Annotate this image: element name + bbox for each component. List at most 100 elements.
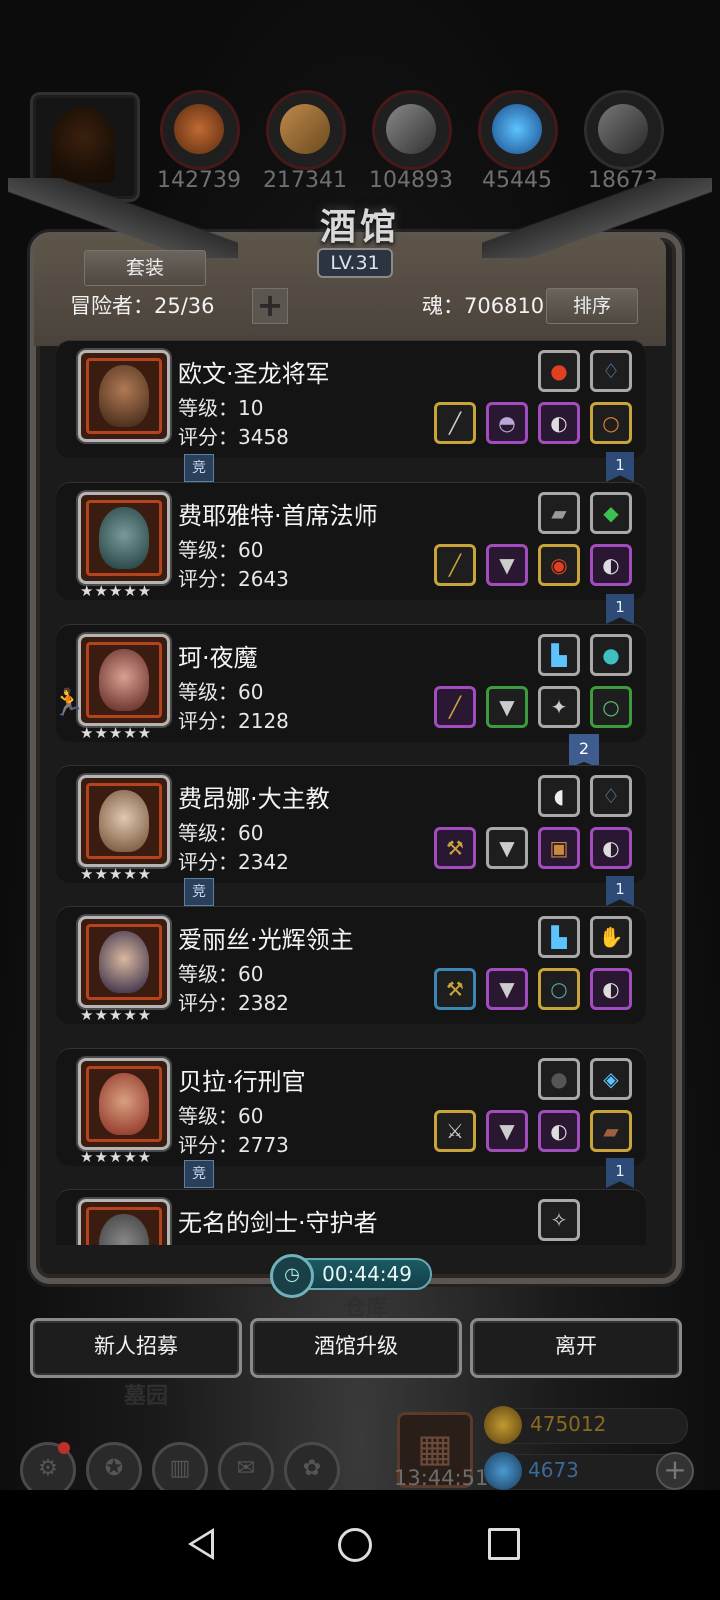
arena-tag: 竞 — [184, 878, 214, 906]
axe-slot-icon[interactable]: ⚔ — [434, 1110, 476, 1152]
hero-card[interactable]: 🏃 ★★★★★ 珂·夜魔 等级：60 评分：2128 ▙ ● ╱ ▼ ✦ ○ — [56, 624, 646, 742]
hero-score: 评分：2382 — [178, 991, 289, 1015]
gauntlet-slot-icon[interactable]: ◐ — [590, 968, 632, 1010]
team-flag: 1 — [606, 452, 634, 482]
hero-card[interactable]: ★★★★★ 贝拉·行刑官 等级：60 评分：2773 ● ◈ ⚔ ▼ ◐ ▰ — [56, 1048, 646, 1166]
gem-slot-icon[interactable]: ● — [538, 1058, 580, 1100]
ring-slot-icon[interactable]: ◉ — [538, 544, 580, 586]
hero-card[interactable]: ★★★★★ 费昂娜·大主教 等级：60 评分：2342 ◖ ♢ ⚒ ▼ ▣ ◐ — [56, 765, 646, 883]
chest-slot-icon[interactable]: ▣ — [538, 827, 580, 869]
leave-button[interactable]: 离开 — [470, 1318, 682, 1378]
dagger-slot-icon[interactable]: ╱ — [434, 686, 476, 728]
hero-card[interactable]: 欧文·圣龙将军 等级：10 评分：3458 ● ♢ ╱ ◓ ◐ ○ — [56, 340, 646, 458]
resource-item[interactable]: 18673 — [584, 90, 664, 193]
armor-slot-icon[interactable]: ▼ — [486, 1110, 528, 1152]
recruit-button[interactable]: 新人招募 — [30, 1318, 242, 1378]
hero-level: 等级：60 — [178, 680, 264, 704]
resource-item[interactable]: 104893 — [369, 90, 453, 193]
staff-slot-icon[interactable]: ╱ — [434, 402, 476, 444]
hero-name: 费耶雅特·首席法师 — [178, 502, 378, 530]
hero-card[interactable]: ★★★★★ 爱丽丝·光辉领主 等级：60 评分：2382 ▙ ✋ ⚒ ▼ ○ ◐ — [56, 906, 646, 1024]
clock-icon: ◷ — [270, 1254, 314, 1298]
ring-slot-icon[interactable]: ○ — [590, 686, 632, 728]
ring-slot-icon[interactable]: ○ — [590, 402, 632, 444]
resource-value: 104893 — [369, 168, 453, 193]
hero-portrait[interactable] — [78, 492, 170, 584]
hood-icon — [51, 107, 115, 183]
team-flag: 2 — [569, 734, 599, 768]
home-icon[interactable] — [338, 1528, 372, 1562]
upgrade-tavern-button[interactable]: 酒馆升级 — [250, 1318, 462, 1378]
bracer-slot-icon[interactable]: ▰ — [538, 492, 580, 534]
hero-face-icon — [99, 365, 149, 427]
hammer-slot-icon[interactable]: ⚒ — [434, 968, 476, 1010]
hero-stars: ★★★★★ — [80, 582, 153, 600]
hero-card[interactable]: ★★★★★ 费耶雅特·首席法师 等级：60 评分：2643 ▰ ◆ ╱ ▼ ◉ … — [56, 482, 646, 600]
hero-portrait[interactable] — [78, 916, 170, 1008]
hero-name: 爱丽丝·光辉领主 — [178, 926, 354, 954]
hero-portrait[interactable] — [78, 634, 170, 726]
resource-item[interactable]: 45445 — [478, 90, 558, 193]
team-flag: 1 — [606, 594, 634, 624]
armor-slot-icon[interactable]: ▼ — [486, 968, 528, 1010]
gauntlet-slot-icon[interactable]: ◐ — [538, 1110, 580, 1152]
gem-slot-icon[interactable]: ● — [538, 350, 580, 392]
armor-slot-icon[interactable]: ▼ — [486, 686, 528, 728]
horn-slot-icon[interactable]: ◖ — [538, 775, 580, 817]
arena-tag: 竞 — [184, 454, 214, 482]
staff-slot-icon[interactable]: ╱ — [434, 544, 476, 586]
helmet-slot-icon[interactable]: ◓ — [486, 402, 528, 444]
hero-stars: ★★★★★ — [80, 1148, 153, 1166]
suit-button[interactable]: 套装 — [84, 250, 206, 286]
gem-amount: 4673 — [528, 1458, 579, 1482]
hero-level: 等级：60 — [178, 821, 264, 845]
gem-icon — [484, 1452, 522, 1490]
hero-stars: ★★★★★ — [80, 724, 153, 742]
hero-portrait[interactable] — [78, 775, 170, 867]
arena-tag: 竞 — [184, 1160, 214, 1188]
add-gems-button[interactable]: + — [656, 1452, 694, 1490]
hero-list[interactable]: 欧文·圣龙将军 等级：10 评分：3458 ● ♢ ╱ ◓ ◐ ○ 竞 1 ★★… — [56, 340, 646, 1245]
iron-icon — [598, 104, 648, 154]
necklace-slot-icon[interactable]: ♢ — [590, 775, 632, 817]
ring-slot-icon[interactable]: ○ — [538, 968, 580, 1010]
recent-apps-icon[interactable] — [488, 1528, 520, 1560]
team-flag: 1 — [606, 876, 634, 906]
adventurer-count: 冒险者：25/36 — [70, 294, 215, 318]
ore-icon — [174, 104, 224, 154]
resource-item[interactable]: 217341 — [263, 90, 347, 193]
gauntlet-slot-icon[interactable]: ◐ — [590, 544, 632, 586]
hero-score: 评分：2773 — [178, 1133, 289, 1157]
hammer-slot-icon[interactable]: ⚒ — [434, 827, 476, 869]
emblem-slot-icon[interactable]: ✧ — [538, 1199, 580, 1241]
armor-slot-icon[interactable]: ▼ — [486, 827, 528, 869]
crystal-slot-icon[interactable]: ◈ — [590, 1058, 632, 1100]
boots-slot-icon[interactable]: ▙ — [538, 916, 580, 958]
notification-dot — [58, 1442, 70, 1454]
hero-level: 等级：10 — [178, 396, 264, 420]
graveyard-label: 墓园 — [124, 1384, 169, 1409]
hero-portrait[interactable] — [78, 350, 170, 442]
hero-stars: ★★★★★ — [80, 1006, 153, 1024]
bracer-slot-icon[interactable]: ▰ — [590, 1110, 632, 1152]
boots-slot-icon[interactable]: ▙ — [538, 634, 580, 676]
hero-level: 等级：60 — [178, 1104, 264, 1128]
gauntlet-slot-icon[interactable]: ◐ — [538, 402, 580, 444]
panel-title: 酒馆 — [319, 206, 400, 248]
hero-face-icon — [99, 507, 149, 569]
glove-slot-icon[interactable]: ✋ — [590, 916, 632, 958]
resource-item[interactable]: 142739 — [157, 90, 241, 193]
hero-portrait[interactable] — [78, 1199, 170, 1245]
armor-slot-icon[interactable]: ▼ — [486, 544, 528, 586]
emerald-slot-icon[interactable]: ◆ — [590, 492, 632, 534]
necklace-slot-icon[interactable]: ♢ — [590, 350, 632, 392]
sort-button[interactable]: 排序 — [546, 288, 638, 324]
hero-face-icon — [99, 931, 149, 993]
hero-card[interactable]: 无名的剑士·守护者 ✧ — [56, 1189, 646, 1245]
gem-slot-icon[interactable]: ● — [590, 634, 632, 676]
add-slot-button[interactable]: + — [252, 288, 288, 324]
hero-portrait[interactable] — [78, 1058, 170, 1150]
gold-amount: 475012 — [530, 1412, 607, 1436]
gauntlet-slot-icon[interactable]: ◐ — [590, 827, 632, 869]
claw-slot-icon[interactable]: ✦ — [538, 686, 580, 728]
